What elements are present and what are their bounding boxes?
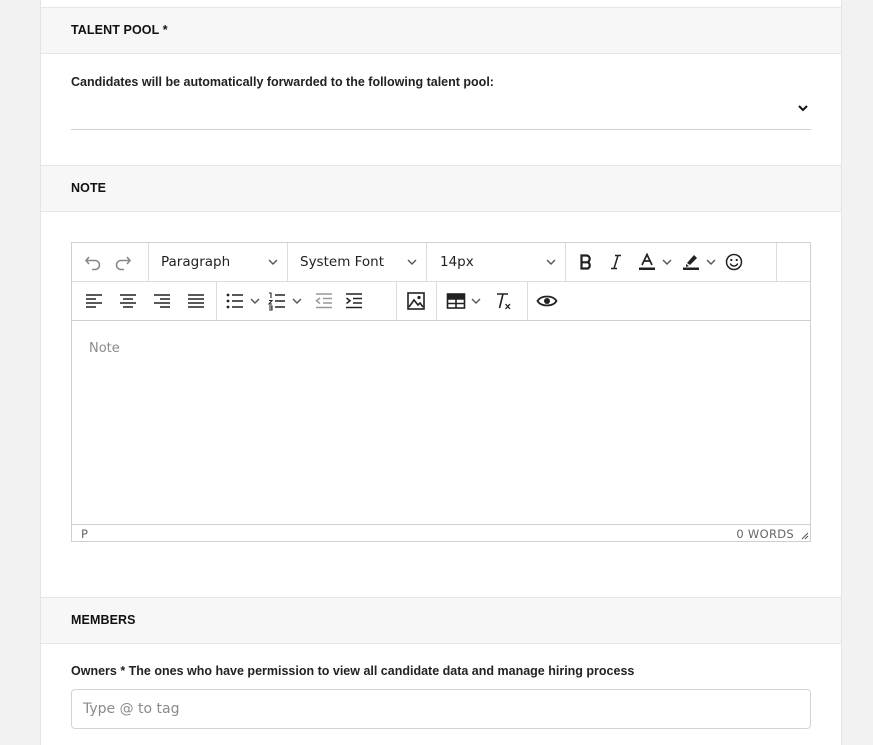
format-group (566, 243, 777, 281)
note-heading: NOTE (71, 181, 107, 195)
highlight-button[interactable] (681, 247, 717, 277)
editor-toolbar-row-1: Paragraph System Font 14px (72, 243, 810, 282)
bullet-list-icon (226, 293, 243, 309)
chevron-down-icon (546, 259, 556, 265)
chevron-down-icon (268, 259, 278, 265)
preview-group (528, 282, 568, 320)
owners-input-wrapper (71, 689, 811, 729)
bold-icon (580, 254, 591, 270)
numbered-list-icon (267, 292, 285, 311)
redo-button[interactable] (108, 247, 138, 277)
undo-button[interactable] (78, 247, 108, 277)
chevron-down-icon (662, 259, 672, 265)
outdent-icon (315, 293, 332, 309)
font-family-dropdown[interactable]: System Font (288, 243, 427, 281)
text-color-icon (639, 252, 655, 270)
talent-pool-description: Candidates will be automatically forward… (71, 75, 494, 89)
align-right-button[interactable] (145, 286, 179, 316)
members-heading: MEMBERS (71, 613, 136, 627)
clear-formatting-button[interactable] (488, 286, 518, 316)
insert-table-button[interactable] (446, 286, 482, 316)
emoji-button[interactable] (719, 247, 749, 277)
italic-icon (611, 254, 621, 270)
element-path[interactable]: P (81, 527, 88, 541)
italic-button[interactable] (601, 247, 631, 277)
table-group (437, 282, 528, 320)
clear-format-icon (497, 293, 511, 310)
align-left-button[interactable] (77, 286, 111, 316)
numbered-list-button[interactable] (267, 286, 303, 316)
table-icon (446, 293, 466, 309)
talent-pool-select[interactable] (71, 94, 811, 130)
text-color-button[interactable] (637, 247, 673, 277)
font-size-value: 14px (440, 254, 474, 270)
redo-icon (115, 256, 132, 271)
chevron-down-icon (250, 298, 260, 304)
indent-icon (346, 293, 362, 309)
talent-pool-heading: TALENT POOL * (71, 23, 168, 37)
chevron-down-icon (706, 259, 716, 265)
justify-button[interactable] (179, 286, 213, 316)
chevron-down-icon (292, 298, 302, 304)
history-group (72, 243, 149, 281)
talent-pool-section-header: TALENT POOL * (41, 7, 841, 54)
indent-button[interactable] (339, 286, 369, 316)
align-center-icon (120, 294, 136, 308)
rich-text-editor: Paragraph System Font 14px Note P 0 WORD… (71, 242, 811, 542)
undo-icon (84, 256, 101, 271)
image-icon (407, 292, 425, 310)
resize-handle-icon[interactable] (800, 531, 809, 540)
owners-tag-input[interactable] (72, 690, 810, 728)
list-group (217, 282, 397, 320)
chevron-down-icon (471, 298, 481, 304)
alignment-group (72, 282, 217, 320)
insert-image-button[interactable] (401, 286, 431, 316)
emoji-icon (725, 253, 743, 271)
bold-button[interactable] (571, 247, 601, 277)
form-panel: TALENT POOL * Candidates will be automat… (40, 0, 842, 745)
align-left-icon (86, 294, 102, 308)
editor-statusbar: P 0 WORDS (72, 524, 810, 541)
justify-icon (188, 294, 204, 308)
preview-button[interactable] (532, 286, 562, 316)
align-center-button[interactable] (111, 286, 145, 316)
word-count[interactable]: 0 WORDS (736, 527, 794, 541)
note-placeholder: Note (89, 341, 120, 356)
block-format-dropdown[interactable]: Paragraph (149, 243, 288, 281)
owners-label: Owners * The ones who have permission to… (71, 664, 635, 678)
note-section-header: NOTE (41, 165, 841, 212)
chevron-down-icon (798, 105, 808, 112)
chevron-down-icon (407, 259, 417, 265)
highlight-icon (683, 255, 699, 270)
preview-icon (536, 295, 558, 307)
members-section-header: MEMBERS (41, 597, 841, 644)
image-group (397, 282, 437, 320)
outdent-button[interactable] (309, 286, 339, 316)
bullet-list-button[interactable] (225, 286, 261, 316)
block-format-value: Paragraph (161, 254, 231, 270)
note-edit-area[interactable]: Note (72, 322, 810, 524)
font-size-dropdown[interactable]: 14px (427, 243, 566, 281)
editor-toolbar-row-2 (72, 282, 810, 321)
align-right-icon (154, 294, 170, 308)
font-family-value: System Font (300, 254, 385, 270)
